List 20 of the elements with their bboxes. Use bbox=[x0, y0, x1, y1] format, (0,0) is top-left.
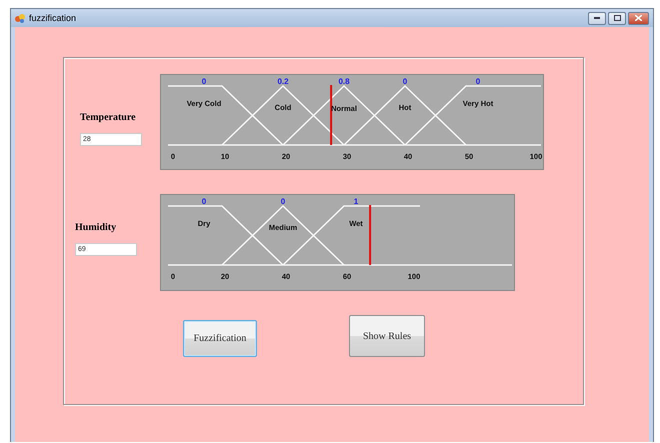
app-icon bbox=[15, 13, 25, 23]
minimize-icon bbox=[594, 16, 600, 20]
close-button[interactable] bbox=[628, 12, 649, 24]
fuzzification-button[interactable]: Fuzzification bbox=[183, 320, 257, 357]
degree-value: 0 bbox=[476, 77, 480, 86]
maximize-icon bbox=[614, 15, 620, 21]
minimize-button[interactable] bbox=[588, 12, 606, 24]
degree-value: 0 bbox=[402, 77, 408, 86]
degree-value: 0 bbox=[202, 197, 206, 206]
maximize-button[interactable] bbox=[608, 12, 626, 24]
variable-label: Humidity bbox=[75, 222, 118, 233]
degree-value: 0 bbox=[280, 197, 286, 206]
degree-value: 0.8 bbox=[338, 77, 350, 86]
variable-label: Temperature bbox=[80, 112, 137, 123]
degree-value: 0.2 bbox=[277, 77, 289, 86]
degree-value: 0 bbox=[202, 77, 206, 86]
degree-value: 1 bbox=[354, 197, 358, 206]
window-title: fuzzification bbox=[29, 13, 76, 23]
show-rules-button[interactable]: Show Rules bbox=[349, 315, 425, 357]
close-icon bbox=[635, 15, 642, 21]
